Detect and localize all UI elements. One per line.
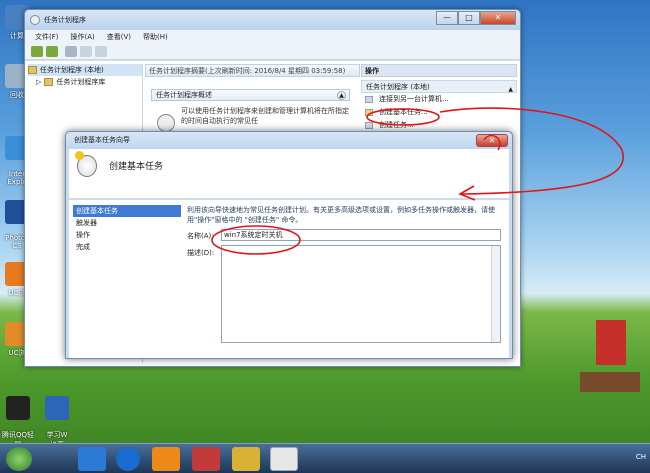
task-scheduler-icon[interactable]: [270, 447, 298, 471]
annotation-overlay: [211, 107, 624, 255]
k-app-icon[interactable]: [116, 447, 140, 471]
uc-browser-icon[interactable]: [152, 447, 180, 471]
annotation-arrow-line: [439, 107, 624, 195]
annotation-circle-task-name: [211, 225, 301, 255]
start-button-icon[interactable]: [6, 447, 32, 471]
paint-tool-icon[interactable]: [232, 447, 260, 471]
annotation-squiggle: [483, 134, 501, 151]
annotation-arrow-head: [458, 185, 476, 201]
qq-game-icon[interactable]: [192, 447, 220, 471]
internet-explorer-icon[interactable]: [78, 447, 106, 471]
language-indicator[interactable]: CH: [636, 453, 646, 461]
annotation-circle-create-basic-task: [366, 108, 440, 126]
taskbar: CH: [0, 443, 650, 473]
